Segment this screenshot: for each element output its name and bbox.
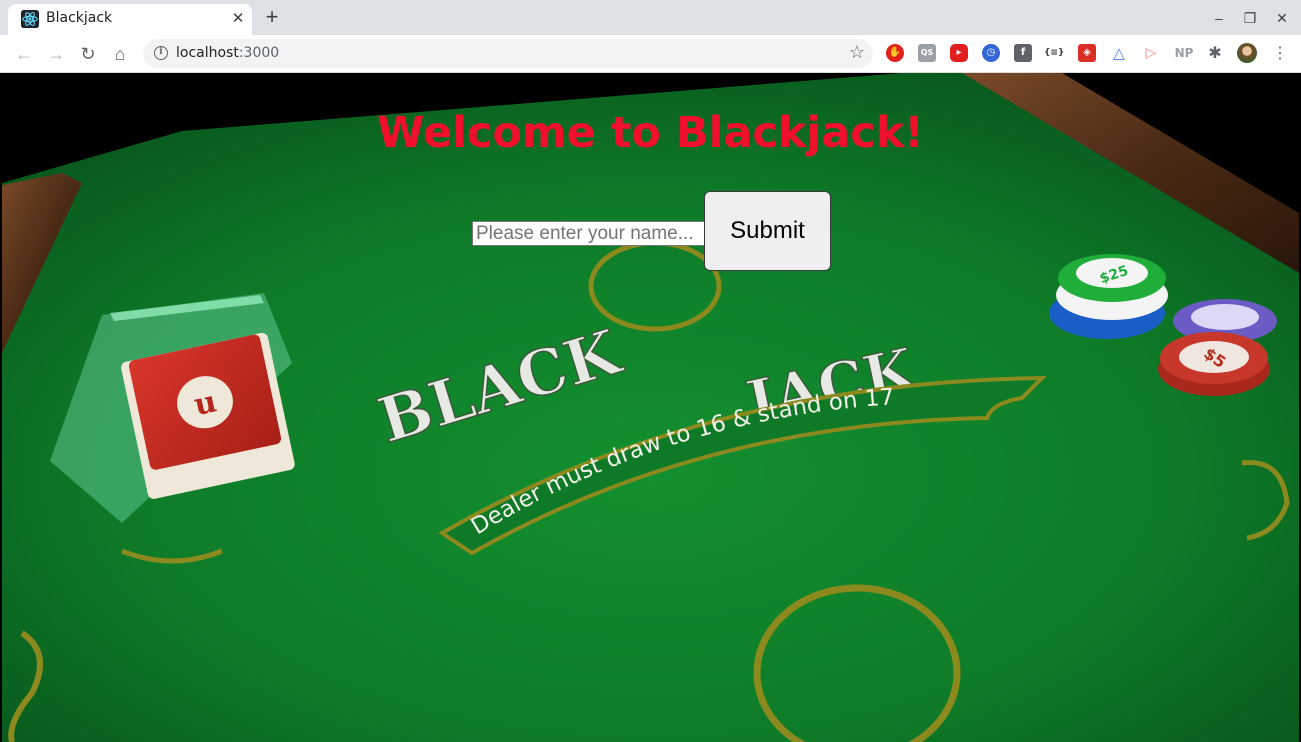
chip-stack-green: $25 xyxy=(1049,254,1168,339)
page-title: Welcome to Blackjack! xyxy=(377,108,924,158)
chip-stack-red: $5 xyxy=(1158,332,1270,396)
reload-button[interactable]: ↻ xyxy=(74,40,102,68)
new-tab-button[interactable]: + xyxy=(260,5,284,29)
address-bar[interactable]: i localhost:3000 ☆ xyxy=(143,39,873,68)
avatar[interactable] xyxy=(1237,43,1257,63)
tab-title: Blackjack xyxy=(46,10,113,26)
url-text: localhost:3000 xyxy=(176,45,279,61)
youtube-extension-icon[interactable]: ▸ xyxy=(950,44,968,62)
facebook-extension-icon[interactable]: f xyxy=(1014,44,1032,62)
react-icon xyxy=(21,10,39,28)
home-button[interactable]: ⌂ xyxy=(106,40,134,68)
browser-toolbar: ← → ↻ ⌂ i localhost:3000 ☆ ✋ QS ▸ ◷ f {≡… xyxy=(0,35,1301,73)
minimize-button[interactable]: – xyxy=(1207,6,1231,30)
triangle-extension-icon[interactable]: △ xyxy=(1110,44,1128,62)
tab-blackjack[interactable]: Blackjack ✕ xyxy=(8,4,252,35)
window-close-button[interactable]: ✕ xyxy=(1270,6,1294,30)
forward-button[interactable]: → xyxy=(42,40,70,68)
adblock-icon[interactable]: ✋ xyxy=(886,44,904,62)
bookmark-star-icon[interactable]: ☆ xyxy=(849,42,865,63)
restore-button[interactable]: ❐ xyxy=(1238,6,1262,30)
back-button[interactable]: ← xyxy=(10,40,38,68)
blackjack-table-background: u BLACK JACK Dealer must draw to 16 & st… xyxy=(2,73,1299,742)
submit-button[interactable]: Submit xyxy=(704,191,831,271)
info-icon[interactable]: i xyxy=(154,46,168,60)
menu-icon[interactable]: ⋮ xyxy=(1266,40,1294,68)
np-extension-icon[interactable]: NP xyxy=(1172,44,1196,62)
url-host: localhost xyxy=(176,45,239,61)
puzzle-red-extension-icon[interactable]: ◈ xyxy=(1078,44,1096,62)
extensions-puzzle-icon[interactable]: ✱ xyxy=(1206,44,1224,62)
tab-strip: Blackjack ✕ + – ❐ ✕ xyxy=(0,0,1301,35)
close-tab-icon[interactable]: ✕ xyxy=(226,7,250,31)
json-extension-icon[interactable]: {≡} xyxy=(1044,44,1064,62)
arrow-extension-icon[interactable]: ▷ xyxy=(1142,44,1160,62)
page-content: u BLACK JACK Dealer must draw to 16 & st… xyxy=(2,73,1299,742)
url-port: :3000 xyxy=(238,45,280,61)
name-input[interactable] xyxy=(472,221,705,246)
qs-extension-icon[interactable]: QS xyxy=(918,44,936,62)
clock-extension-icon[interactable]: ◷ xyxy=(982,44,1000,62)
